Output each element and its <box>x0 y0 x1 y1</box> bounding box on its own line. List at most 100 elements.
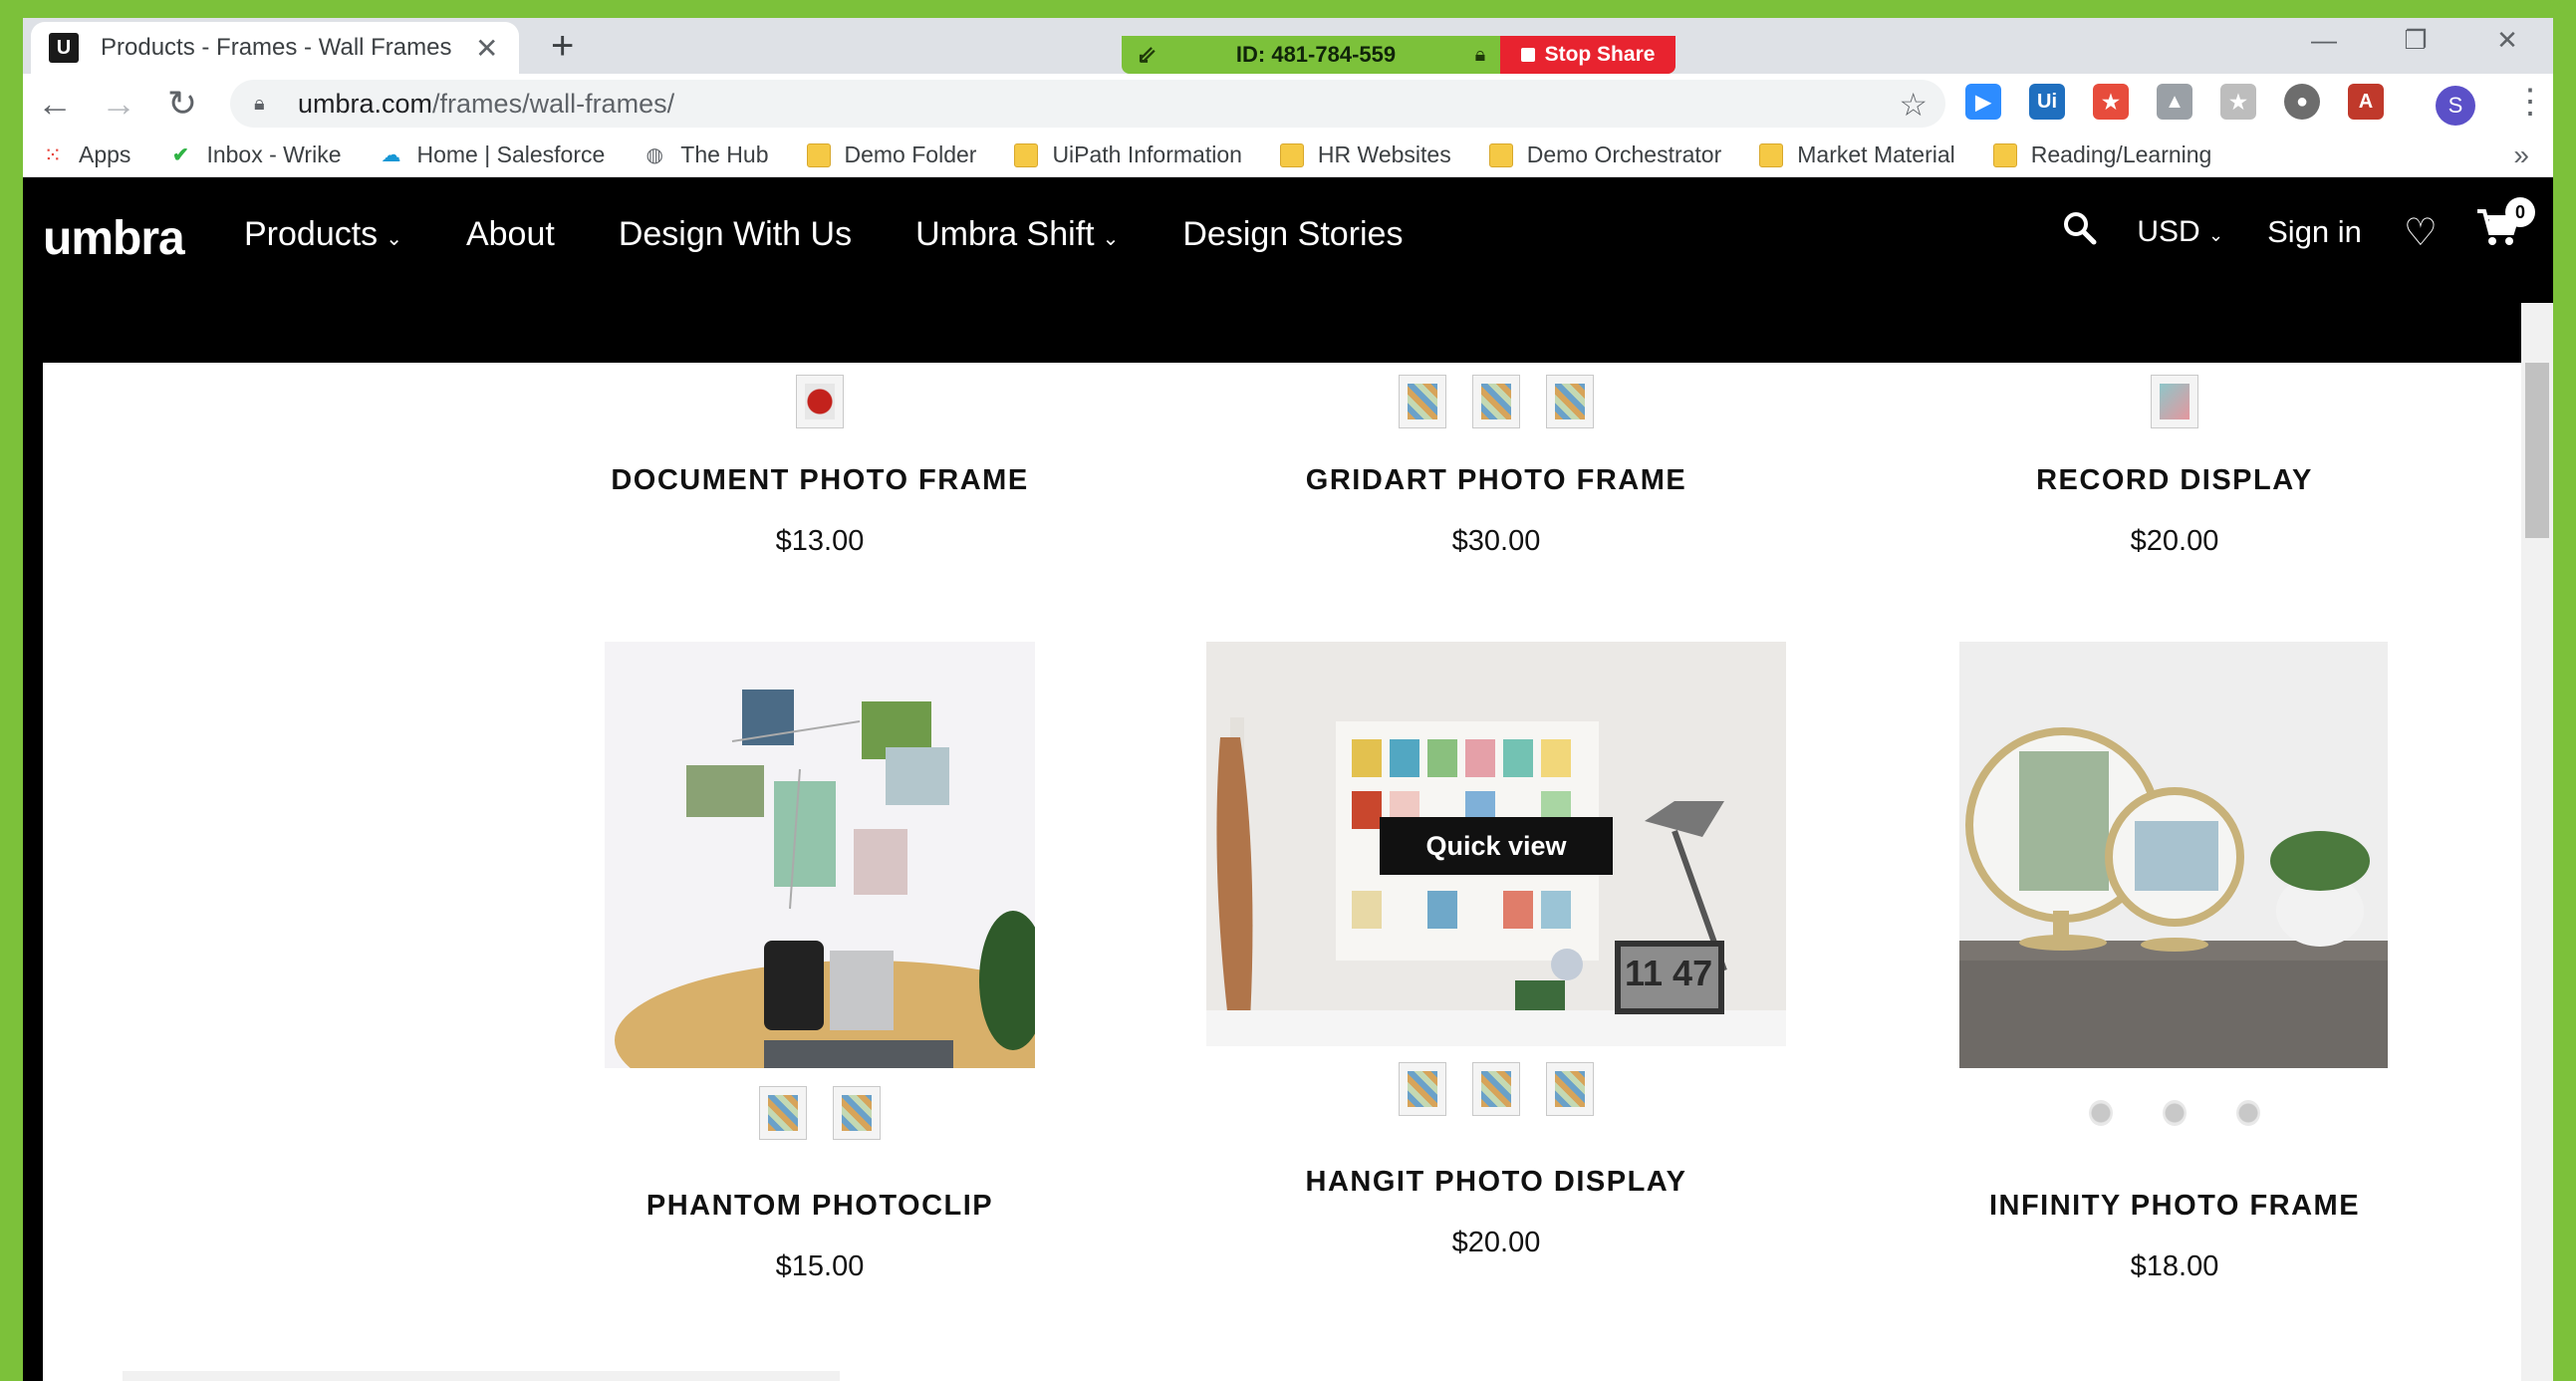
product-card-gridart[interactable]: GRIDART PHOTO FRAME $30.00 <box>1273 375 1719 558</box>
bookmark-label: Reading/Learning <box>2030 141 2212 167</box>
nav-design-with-us[interactable]: Design With Us <box>619 215 852 254</box>
product-image-infinity[interactable] <box>1959 642 2388 1068</box>
bookmark-label: The Hub <box>680 141 769 167</box>
bookmark-demo-orchestrator[interactable]: Demo Orchestrator <box>1488 141 1722 168</box>
product-name[interactable]: INFINITY PHOTO FRAME <box>1951 1190 2398 1223</box>
bookmark-extension-icon[interactable]: ★ <box>2093 84 2129 120</box>
bookmark-salesforce[interactable]: ☁ Home | Salesforce <box>380 141 606 168</box>
nav-about[interactable]: About <box>466 215 555 254</box>
tab-close-icon[interactable]: ✕ <box>475 32 498 65</box>
umbra-logo[interactable]: umbra <box>43 211 185 266</box>
nav-design-stories[interactable]: Design Stories <box>1182 215 1403 254</box>
color-swatches <box>597 1086 1043 1140</box>
share-lock-icon[interactable]: 🔒︎ <box>1460 44 1500 67</box>
swatch-2[interactable] <box>1472 375 1520 428</box>
swatch-3[interactable] <box>2224 1086 2272 1140</box>
umbra-site: umbra Products ⌄ About Design With Us Umb… <box>23 177 2553 1381</box>
swatch-2[interactable] <box>2151 1086 2198 1140</box>
swatch-1[interactable] <box>1399 1062 1446 1116</box>
swatch-1[interactable] <box>759 1086 807 1140</box>
nav-label: Umbra Shift <box>915 215 1095 253</box>
product-card-record[interactable]: RECORD DISPLAY $20.00 <box>1951 375 2398 558</box>
screen-share-frame: U Products - Frames - Wall Frames ✕ + — … <box>0 0 2576 1381</box>
color-swatches <box>597 375 1043 428</box>
save-extension-icon[interactable]: ★ <box>2220 84 2256 120</box>
product-card-phantom[interactable]: PHANTOM PHOTOCLIP $15.00 <box>597 1086 1043 1283</box>
swatch-teal[interactable] <box>2151 375 2198 428</box>
chevron-down-icon: ⌄ <box>2208 225 2224 245</box>
pdf-extension-icon[interactable]: A <box>2348 84 2384 120</box>
swatch-1[interactable] <box>1399 375 1446 428</box>
close-window-button[interactable]: ✕ <box>2461 18 2553 62</box>
swatch-3[interactable] <box>1546 1062 1594 1116</box>
scrollbar-thumb[interactable] <box>2525 363 2549 538</box>
swatch-red[interactable] <box>796 375 844 428</box>
product-name[interactable]: DOCUMENT PHOTO FRAME <box>597 464 1043 497</box>
currency-label: USD <box>2137 215 2200 248</box>
nav-umbra-shift[interactable]: Umbra Shift ⌄ <box>915 215 1119 254</box>
bookmark-wrike[interactable]: ✔ Inbox - Wrike <box>168 141 341 168</box>
bookmark-hr-websites[interactable]: HR Websites <box>1279 141 1451 168</box>
minimize-button[interactable]: — <box>2278 18 2370 62</box>
profile-avatar[interactable]: S <box>2436 86 2475 126</box>
window-controls: — ❐ ✕ <box>2278 18 2553 62</box>
search-icon[interactable] <box>2063 211 2097 254</box>
swatch-1[interactable] <box>2077 1086 2125 1140</box>
vertical-scrollbar[interactable] <box>2521 303 2553 1381</box>
bookmark-demo-folder[interactable]: Demo Folder <box>806 141 976 168</box>
folder-icon <box>1279 142 1304 167</box>
color-swatches <box>1951 375 2398 428</box>
browser-menu-icon[interactable]: ⋮ <box>2513 82 2547 122</box>
bookmark-label: Demo Orchestrator <box>1526 141 1722 167</box>
bookmark-star-icon[interactable]: ☆ <box>1899 86 1928 124</box>
bookmark-label: Home | Salesforce <box>416 141 606 167</box>
zoom-extension-icon[interactable]: ▶ <box>1965 84 2001 120</box>
stop-icon <box>1520 48 1535 62</box>
product-price: $30.00 <box>1451 525 1541 557</box>
chevron-down-icon: ⌄ <box>1102 228 1120 250</box>
product-card-hangit[interactable]: HANGIT PHOTO DISPLAY $20.00 <box>1273 1062 1719 1259</box>
uipath-extension-icon[interactable]: Ui <box>2029 84 2065 120</box>
bookmark-reading-learning[interactable]: Reading/Learning <box>1992 141 2212 168</box>
folder-icon <box>1759 142 1784 167</box>
new-tab-button[interactable]: + <box>551 26 574 66</box>
swatch-3[interactable] <box>1546 375 1594 428</box>
forward-icon[interactable]: → <box>87 83 150 125</box>
product-card-infinity[interactable]: INFINITY PHOTO FRAME $18.00 <box>1951 1086 2398 1283</box>
share-arrow-icon[interactable]: ⇙ <box>1122 41 1171 70</box>
sign-in-link[interactable]: Sign in <box>2267 214 2362 250</box>
swatch-2[interactable] <box>1472 1062 1520 1116</box>
browser-window: U Products - Frames - Wall Frames ✕ + — … <box>23 18 2553 1381</box>
active-tab[interactable]: U Products - Frames - Wall Frames ✕ <box>31 22 519 74</box>
drive-extension-icon[interactable]: ▲ <box>2157 84 2192 120</box>
bookmark-label: Market Material <box>1797 141 1955 167</box>
product-card-document[interactable]: DOCUMENT PHOTO FRAME $13.00 <box>597 375 1043 558</box>
stop-share-button[interactable]: Stop Share <box>1500 36 1675 74</box>
swatch-2[interactable] <box>833 1086 881 1140</box>
bookmark-apps[interactable]: ⁙ Apps <box>41 141 131 168</box>
bookmarks-overflow-icon[interactable]: » <box>2513 139 2529 171</box>
product-name[interactable]: GRIDART PHOTO FRAME <box>1273 464 1719 497</box>
product-image-phantom[interactable] <box>605 642 1035 1068</box>
bookmark-label: HR Websites <box>1317 141 1451 167</box>
reload-icon[interactable]: ↻ <box>150 83 214 125</box>
bookmark-uipath-information[interactable]: UiPath Information <box>1014 141 1242 168</box>
product-name[interactable]: HANGIT PHOTO DISPLAY <box>1273 1166 1719 1199</box>
product-name[interactable]: RECORD DISPLAY <box>1951 464 2398 497</box>
address-bar[interactable]: 🔒︎ umbra.com/frames/wall-frames/ ☆ <box>230 80 1945 128</box>
product-name[interactable]: PHANTOM PHOTOCLIP <box>597 1190 1043 1223</box>
product-price: $18.00 <box>2130 1250 2219 1282</box>
cart-button[interactable]: 0 <box>2475 197 2535 257</box>
screen-share-bar: ⇙ ID: 481-784-559 🔒︎ Stop Share <box>1122 36 1675 74</box>
currency-selector[interactable]: USD ⌄ <box>2137 215 2223 249</box>
record-extension-icon[interactable]: ● <box>2284 84 2320 120</box>
restore-button[interactable]: ❐ <box>2370 18 2461 62</box>
quick-view-button[interactable]: Quick view <box>1380 817 1613 875</box>
nav-products[interactable]: Products ⌄ <box>244 215 402 254</box>
horizontal-scrollbar[interactable] <box>123 1371 840 1381</box>
bookmark-the-hub[interactable]: ◍ The Hub <box>643 141 769 168</box>
color-swatches <box>1951 1086 2398 1140</box>
bookmark-market-material[interactable]: Market Material <box>1759 141 1955 168</box>
back-icon[interactable]: ← <box>23 83 87 125</box>
wishlist-heart-icon[interactable]: ♡ <box>2404 210 2438 255</box>
